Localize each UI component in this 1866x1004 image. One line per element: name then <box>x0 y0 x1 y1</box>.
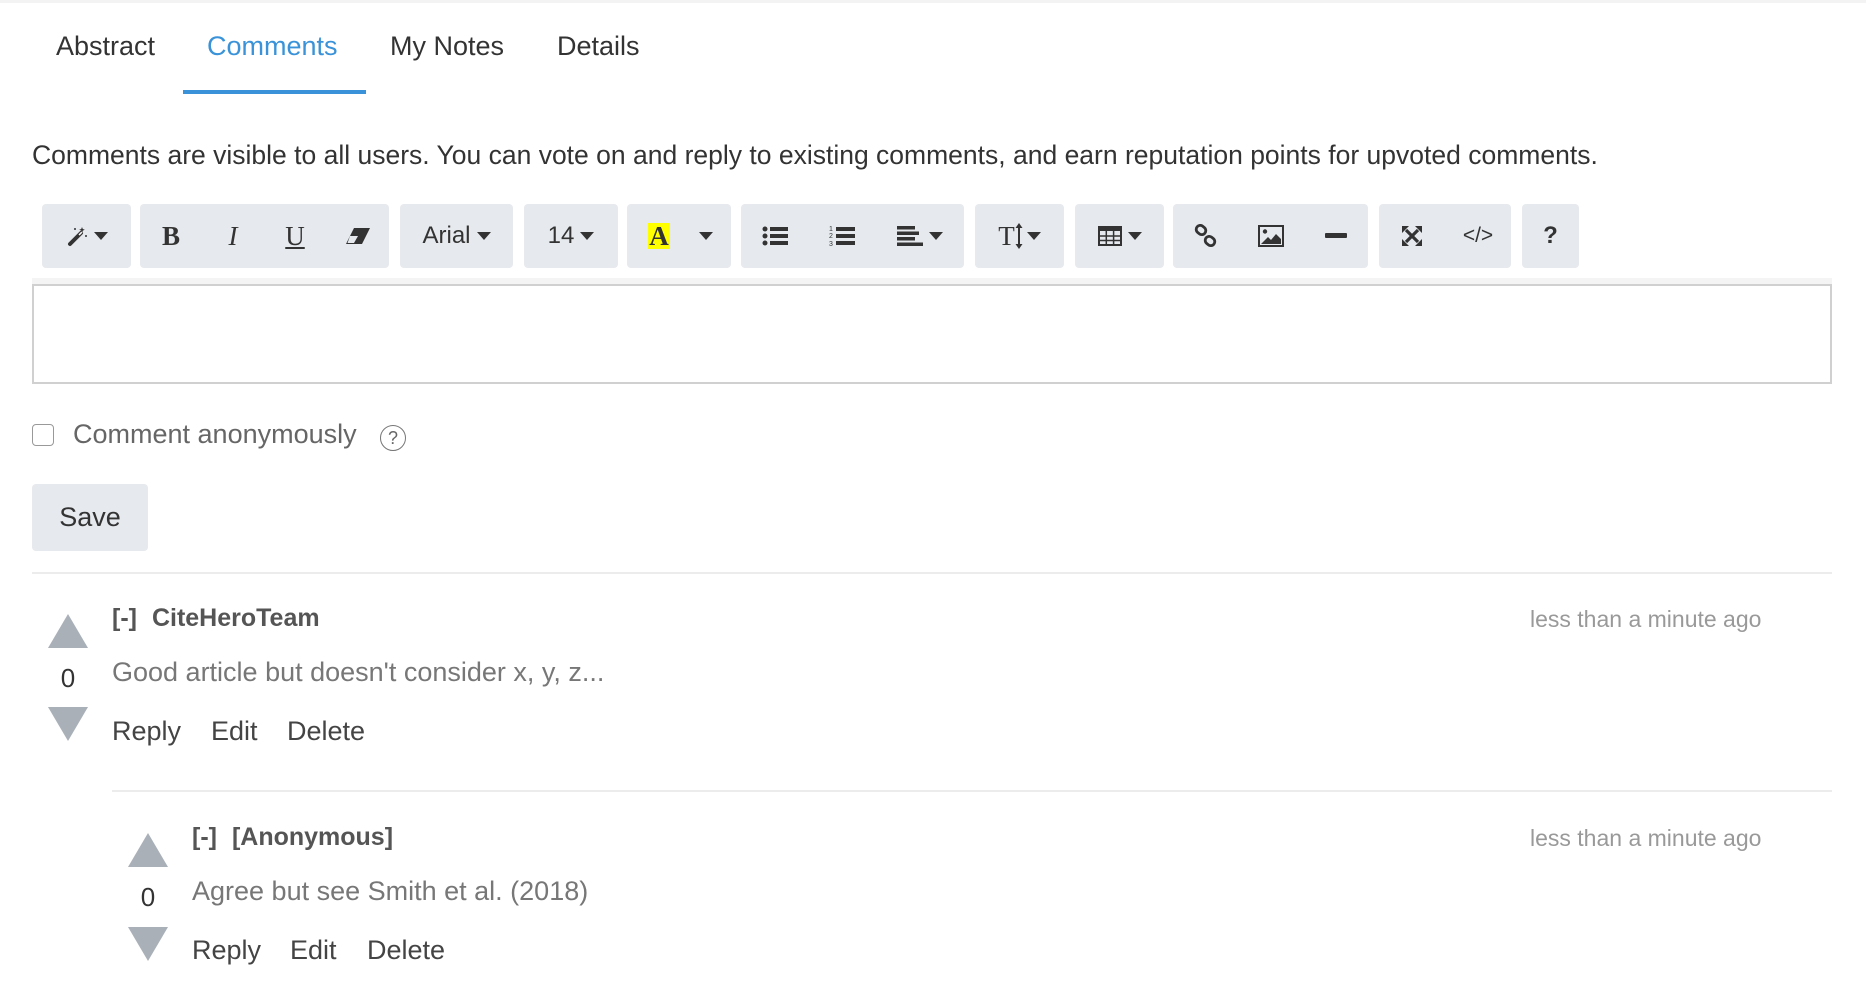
line-height-icon: T <box>998 220 1015 251</box>
horizontal-rule-button[interactable] <box>1303 204 1368 268</box>
chevron-down-icon <box>93 232 108 240</box>
reply-link[interactable]: Reply <box>112 714 181 748</box>
collapse-toggle[interactable]: [-] <box>192 823 217 851</box>
style-button[interactable] <box>42 204 131 268</box>
underline-button[interactable]: U <box>264 204 326 268</box>
edit-link[interactable]: Edit <box>290 933 337 967</box>
comment-body: Agree but see Smith et al. (2018) <box>192 876 589 906</box>
line-height-dropdown[interactable]: T <box>975 204 1064 268</box>
svg-text:2: 2 <box>829 233 833 240</box>
edit-link[interactable]: Edit <box>211 714 258 748</box>
comments-description: Comments are visible to all users. You c… <box>32 140 1598 170</box>
tab-comments[interactable]: Comments <box>207 28 338 64</box>
table-dropdown[interactable] <box>1075 204 1164 268</box>
list-ul-icon <box>762 226 788 246</box>
divider <box>32 572 1832 574</box>
eraser-icon <box>345 228 370 244</box>
magic-wand-icon <box>67 227 87 246</box>
comment-author: [Anonymous] <box>231 823 394 851</box>
font-size-dropdown[interactable]: 14 <box>524 204 618 268</box>
collapse-toggle[interactable]: [-] <box>112 604 137 632</box>
top-border <box>0 0 1866 3</box>
active-tab-indicator <box>183 90 366 94</box>
toolbar-group-style <box>42 204 131 268</box>
font-size-value: 14 <box>547 222 575 249</box>
comment-anonymously-checkbox[interactable] <box>32 424 54 446</box>
comment-timestamp: less than a minute ago <box>1530 825 1762 851</box>
chevron-down-icon <box>699 232 713 240</box>
unordered-list-button[interactable] <box>741 204 809 268</box>
toolbar-group-font-name: Arial <box>400 204 513 268</box>
link-button[interactable] <box>1173 204 1238 268</box>
reply-link[interactable]: Reply <box>192 933 261 967</box>
delete-link[interactable]: Delete <box>287 714 365 748</box>
picture-button[interactable] <box>1238 204 1303 268</box>
svg-text:1: 1 <box>829 226 833 233</box>
comment-header: [-] CiteHeroTeam <box>112 603 320 633</box>
toolbar-group-font-size: 14 <box>524 204 618 268</box>
vote-count: 0 <box>60 663 76 693</box>
italic-button[interactable]: I <box>202 204 264 268</box>
toolbar-group-height: T <box>975 204 1064 268</box>
svg-text:3: 3 <box>829 241 833 247</box>
vote-count: 0 <box>140 882 156 912</box>
fullscreen-button[interactable] <box>1379 204 1445 268</box>
toolbar-group-view: </> <box>1379 204 1511 268</box>
color-dropdown-button[interactable] <box>685 204 727 268</box>
table-icon <box>1097 226 1122 246</box>
chevron-down-icon <box>476 232 491 240</box>
font-family-value: Arial <box>422 222 471 249</box>
clear-format-button[interactable] <box>326 204 389 268</box>
tab-my-notes[interactable]: My Notes <box>390 28 504 64</box>
align-left-icon <box>896 226 923 246</box>
align-dropdown[interactable] <box>875 204 964 268</box>
upvote-arrow-icon[interactable] <box>48 614 88 648</box>
save-button[interactable]: Save <box>32 484 148 551</box>
text-color-button[interactable]: A <box>633 204 685 268</box>
picture-icon <box>1257 225 1284 247</box>
toolbar-group-color: A <box>627 204 731 268</box>
downvote-arrow-icon[interactable] <box>48 707 88 741</box>
chevron-down-icon <box>1127 232 1142 240</box>
font-family-dropdown[interactable]: Arial <box>400 204 513 268</box>
fullscreen-icon <box>1402 226 1422 246</box>
help-button[interactable]: ? <box>1522 204 1579 268</box>
toolbar-group-insert <box>1173 204 1368 268</box>
comment-timestamp: less than a minute ago <box>1530 606 1762 632</box>
tab-abstract[interactable]: Abstract <box>56 28 155 64</box>
comment-anonymously-label[interactable]: Comment anonymously <box>73 417 357 451</box>
delete-link[interactable]: Delete <box>367 933 445 967</box>
upvote-arrow-icon[interactable] <box>128 833 168 867</box>
color-a-icon: A <box>648 221 670 251</box>
ordered-list-button[interactable]: 1 2 3 <box>809 204 875 268</box>
comment-author: CiteHeroTeam <box>151 604 320 632</box>
toolbar-group-help: ? <box>1522 204 1579 268</box>
chevron-down-icon <box>1026 232 1041 240</box>
reply-divider <box>112 790 1832 792</box>
list-ol-icon: 1 2 3 <box>829 226 855 247</box>
updown-arrow-icon <box>1015 223 1023 249</box>
toolbar-group-font-style: B I U <box>140 204 389 268</box>
chevron-down-icon <box>580 232 595 240</box>
comment-editor[interactable] <box>32 284 1832 384</box>
comment-header: [-] [Anonymous] <box>192 822 393 852</box>
horizontal-rule-icon <box>1324 233 1347 238</box>
downvote-arrow-icon[interactable] <box>128 927 168 961</box>
tab-details[interactable]: Details <box>557 28 640 64</box>
link-icon <box>1194 224 1216 248</box>
comment-body: Good article but doesn't consider x, y, … <box>112 657 605 687</box>
help-circle-icon[interactable]: ? <box>380 425 406 451</box>
chevron-down-icon <box>928 232 943 240</box>
toolbar-group-table <box>1075 204 1164 268</box>
toolbar-group-paragraph: 1 2 3 <box>741 204 964 268</box>
bold-button[interactable]: B <box>140 204 202 268</box>
code-view-button[interactable]: </> <box>1445 204 1511 268</box>
